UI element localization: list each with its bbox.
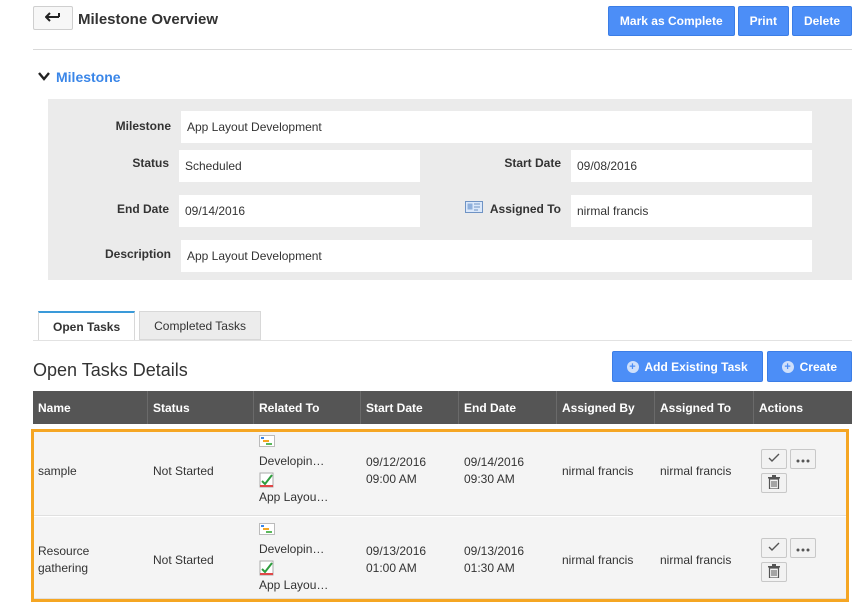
start-date: 09/12/2016 09:00 AM [366,454,426,488]
add-existing-task-label: Add Existing Task [644,359,748,374]
col-name[interactable]: Name [33,391,148,424]
start-date: 09/13/2016 01:00 AM [366,543,426,577]
milestone-field[interactable]: App Layout Development [181,111,812,143]
delete-button[interactable]: Delete [791,6,852,36]
delete-task-button[interactable] [761,562,787,582]
trash-icon [768,474,780,492]
task-name-line: Resource [38,544,90,558]
end-date-field[interactable]: 09/14/2016 [179,195,420,227]
description-field[interactable]: App Layout Development [181,240,812,272]
status-label: Status [132,156,169,170]
related-project[interactable]: Developin… [259,541,328,558]
chart-icon [259,435,275,447]
chevron-down-icon [38,70,50,84]
assigned-to-label: Assigned To [489,202,561,216]
table-row[interactable]: sample Not Started Developin… App Layou…… [34,432,846,516]
details-actions: + Add Existing Task + Create [611,351,852,382]
end-time-value: 09:30 AM [464,472,515,486]
checkmark-icon [768,541,780,555]
task-name-line: gathering [38,561,89,575]
col-actions: Actions [759,400,804,415]
start-date-value: 09/13/2016 [366,544,427,558]
assigned-to-field[interactable]: nirmal francis [571,195,812,227]
details-title: Open Tasks Details [33,360,188,380]
task-tabs: Open Tasks Completed Tasks [38,311,261,341]
more-options-button[interactable] [790,538,816,558]
related-milestone[interactable]: App Layou… [259,489,328,506]
milestone-label: Milestone [115,119,171,133]
status-field[interactable]: Scheduled [179,150,420,182]
col-end-date[interactable]: End Date [459,391,557,424]
end-date-label: End Date [116,202,169,216]
add-existing-task-button[interactable]: + Add Existing Task [611,351,763,382]
task-status: Not Started [153,553,214,567]
end-date: 09/14/2016 09:30 AM [464,454,524,488]
plus-circle-icon: + [781,360,794,373]
related-to: Developin… App Layou… [259,523,328,594]
related-project[interactable]: Developin… [259,453,328,470]
milestone-check-icon [259,560,275,576]
related-milestone[interactable]: App Layou… [259,577,328,594]
end-date-value: 09/14/2016 [464,455,525,469]
more-options-button[interactable] [790,449,816,469]
start-date-label: Start Date [504,156,561,170]
mark-complete-button[interactable]: Mark as Complete [607,6,735,36]
page-title: Milestone Overview [78,11,219,28]
contact-card-icon [465,201,483,216]
tab-completed-tasks[interactable]: Completed Tasks [139,311,261,340]
assigned-to: nirmal francis [660,553,732,567]
end-date: 09/13/2016 01:30 AM [464,543,524,577]
checkmark-icon [768,452,780,466]
delete-task-button[interactable] [761,473,787,493]
assigned-by: nirmal francis [562,553,634,567]
table-body: sample Not Started Developin… App Layou…… [31,429,849,602]
related-to: Developin… App Layou… [259,435,328,506]
end-date-value: 09/13/2016 [464,544,525,558]
assigned-to: nirmal francis [660,464,732,478]
top-actions: Mark as Complete Print Delete [607,6,852,36]
milestone-section-toggle[interactable]: Milestone [38,69,121,85]
start-time-value: 01:00 AM [366,561,417,575]
divider [33,49,852,50]
plus-circle-icon: + [626,360,639,373]
chart-icon [259,523,275,535]
print-button[interactable]: Print [737,6,789,36]
table-header: Name Status Related To Start Date End Da… [33,391,852,424]
tab-open-tasks[interactable]: Open Tasks [38,311,136,341]
task-status: Not Started [153,464,214,478]
create-label: Create [799,359,837,374]
more-dots-icon [796,452,810,466]
start-date-field[interactable]: 09/08/2016 [571,150,812,182]
trash-icon [768,563,780,581]
assigned-by: nirmal francis [562,464,634,478]
complete-task-button[interactable] [761,449,787,469]
task-name[interactable]: sample [38,463,77,480]
col-start-date[interactable]: Start Date [361,391,459,424]
start-date-value: 09/12/2016 [366,455,427,469]
col-assigned-to[interactable]: Assigned To [655,391,754,424]
milestone-check-icon [259,472,275,488]
complete-task-button[interactable] [761,538,787,558]
task-name[interactable]: Resource gathering [38,543,89,577]
milestone-form: Milestone App Layout Development Status … [48,99,852,280]
back-button[interactable] [33,6,73,30]
back-arrow-icon [44,11,61,25]
description-label: Description [104,247,171,261]
start-time-value: 09:00 AM [366,472,417,486]
col-related-to[interactable]: Related To [254,391,361,424]
create-button[interactable]: + Create [766,351,852,382]
tabs-divider [33,340,852,341]
section-label: Milestone [56,69,121,85]
col-assigned-by[interactable]: Assigned By [557,391,655,424]
table-row[interactable]: Resource gathering Not Started Developin… [34,517,846,599]
more-dots-icon [796,541,810,555]
col-status[interactable]: Status [148,391,254,424]
end-time-value: 01:30 AM [464,561,515,575]
